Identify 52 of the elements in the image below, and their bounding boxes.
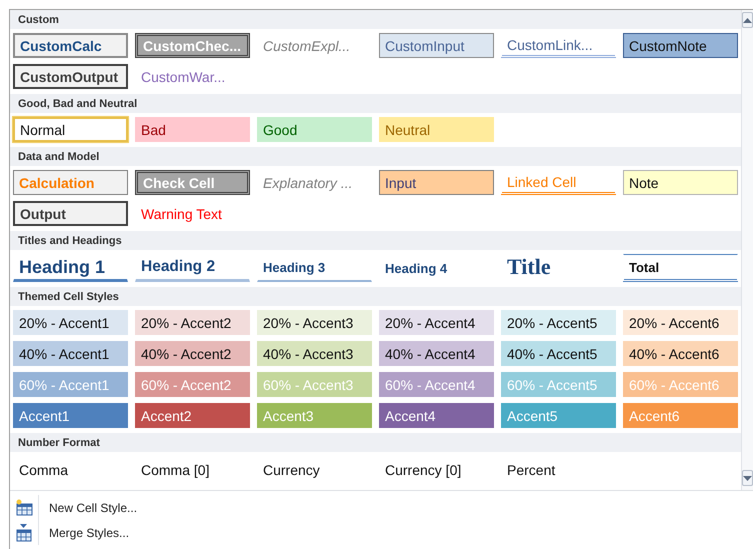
cell-style-swatch[interactable]: Percent (501, 456, 616, 483)
cell-style-swatch[interactable]: Comma [0] (135, 456, 250, 483)
cell-style-swatch[interactable]: 40% - Accent2 (135, 341, 250, 366)
cell-style-swatch[interactable]: 20% - Accent5 (501, 310, 616, 335)
cell-style-swatch[interactable]: Output (13, 201, 128, 226)
cell-style-swatch[interactable]: Currency (257, 456, 372, 483)
table-sparkle-icon (15, 499, 33, 516)
menu-item[interactable]: New Cell Style... (49, 500, 138, 514)
scrollbar[interactable] (741, 10, 753, 490)
cell-style-swatch[interactable]: Comma (13, 456, 128, 483)
cell-style-swatch[interactable]: 40% - Accent3 (257, 341, 372, 366)
section-header: Themed Cell Styles (18, 290, 119, 302)
cell-style-swatch[interactable]: 40% - Accent6 (623, 341, 738, 366)
cell-style-swatch[interactable]: Normal (13, 117, 128, 142)
section-header: Titles and Headings (18, 234, 122, 246)
section-header: Good, Bad and Neutral (18, 98, 138, 110)
cell-style-swatch[interactable]: 20% - Accent3 (257, 310, 372, 335)
cell-style-swatch[interactable]: 20% - Accent1 (13, 310, 128, 335)
scroll-down-button[interactable] (742, 470, 753, 486)
cell-style-swatch[interactable]: Good (257, 117, 372, 142)
cell-style-swatch[interactable]: 20% - Accent2 (135, 310, 250, 335)
cell-style-swatch[interactable]: 40% - Accent1 (13, 341, 128, 366)
cell-style-swatch[interactable]: Heading 4 (379, 254, 494, 282)
section-header: Data and Model (18, 150, 100, 162)
caret-down-icon (743, 476, 752, 480)
section-header: Custom (18, 14, 59, 26)
cell-style-swatch[interactable]: Accent4 (379, 403, 494, 428)
caret-up-icon (743, 18, 752, 22)
table-arrow-icon (15, 524, 33, 542)
cell-style-swatch[interactable]: Input (379, 170, 494, 195)
cell-style-swatch[interactable]: 40% - Accent4 (379, 341, 494, 366)
cell-style-swatch[interactable]: Accent2 (135, 403, 250, 428)
cell-style-swatch[interactable]: Explanatory ... (257, 170, 372, 195)
cell-style-swatch[interactable]: CustomOutput (13, 64, 128, 89)
cell-style-swatch[interactable]: Warning Text (135, 201, 250, 226)
cell-style-swatch[interactable]: CustomCalc (13, 33, 128, 58)
cell-style-swatch[interactable]: CustomNote (623, 33, 738, 58)
cell-style-swatch[interactable]: 40% - Accent5 (501, 341, 616, 366)
cell-style-swatch[interactable]: CustomWar... (135, 64, 250, 89)
cell-style-swatch[interactable]: Neutral (379, 117, 494, 142)
cell-style-swatch[interactable]: CustomExpl... (257, 33, 372, 58)
menu-item[interactable]: Merge Styles... (49, 526, 130, 540)
cell-style-swatch[interactable]: Note (623, 170, 738, 195)
scroll-up-button[interactable] (742, 12, 753, 28)
cell-style-swatch[interactable]: Bad (135, 117, 250, 142)
cell-style-swatch[interactable]: 20% - Accent4 (379, 310, 494, 335)
section-header: Number Format (18, 436, 100, 448)
cell-style-swatch[interactable]: 20% - Accent6 (623, 310, 738, 335)
cell-style-swatch[interactable]: Accent1 (13, 403, 128, 428)
cell-style-swatch[interactable]: Title (501, 254, 616, 282)
cell-style-swatch[interactable]: CustomInput (379, 33, 494, 58)
cell-style-swatch[interactable]: Currency [0] (379, 456, 494, 483)
